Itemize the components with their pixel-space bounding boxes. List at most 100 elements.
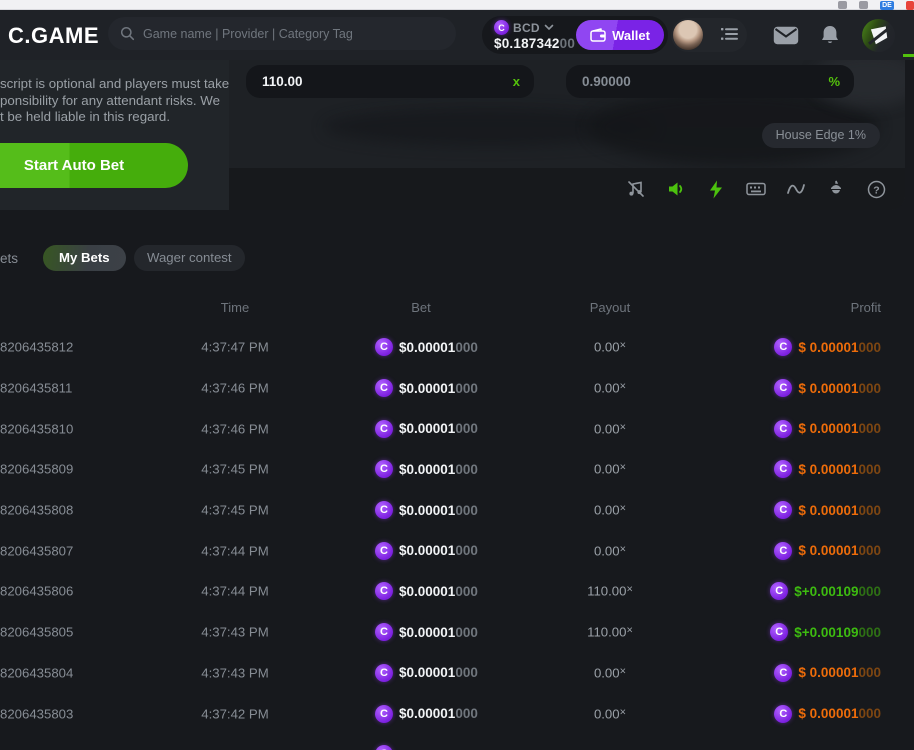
col-header-bet: Bet — [375, 300, 467, 315]
col-header-time: Time — [160, 300, 310, 315]
col-header-profit: Profit — [851, 300, 881, 315]
table-row[interactable]: 8206435805 4:37:43 PM C $0.00001000 110.… — [0, 612, 914, 653]
bet-payout: 0.00× — [530, 462, 690, 477]
hotkeys-keyboard-icon[interactable] — [746, 179, 766, 199]
search-bar[interactable] — [108, 17, 456, 50]
bcd-coin-icon: C — [375, 501, 393, 519]
bet-amount: C $0.00001000 — [375, 623, 478, 641]
browser-extension-icon[interactable] — [859, 1, 868, 9]
bet-profit: C $ 0.00001000 — [774, 501, 881, 519]
bet-profit: C $+0.00109000 — [770, 582, 881, 600]
bet-amount: C $0.00001000 — [375, 379, 478, 397]
turbo-bolt-icon[interactable] — [706, 179, 726, 199]
help-icon[interactable]: ? — [866, 179, 886, 199]
bet-time: 4:37:45 PM — [160, 503, 310, 518]
payout-input-field[interactable]: x — [246, 65, 534, 98]
messages-icon[interactable] — [773, 26, 799, 50]
bet-id: 8206435811 — [0, 381, 72, 396]
wallet-icon — [590, 28, 606, 42]
bet-profit: C $ 0.00001000 — [774, 460, 881, 478]
music-off-icon[interactable] — [626, 179, 646, 199]
currency-code: BCD — [513, 21, 540, 35]
bcd-coin-icon: C — [375, 379, 393, 397]
table-row[interactable]: C — [0, 734, 914, 750]
user-menu[interactable] — [671, 18, 747, 52]
search-icon — [120, 26, 135, 41]
browser-extension-icon[interactable] — [838, 1, 847, 9]
bet-id: 8206435803 — [0, 706, 73, 721]
wallet-button[interactable]: Wallet — [576, 20, 664, 50]
bcd-coin-icon: C — [774, 664, 792, 682]
menu-list-icon — [720, 26, 738, 42]
avatar[interactable] — [673, 20, 703, 50]
live-stats-icon[interactable] — [786, 179, 806, 199]
percent-suffix: % — [828, 74, 840, 89]
bet-id: 8206435809 — [0, 462, 73, 477]
table-row[interactable]: 8206435812 4:37:47 PM C $0.00001000 0.00… — [0, 327, 914, 368]
table-row[interactable]: 8206435806 4:37:44 PM C $0.00001000 110.… — [0, 571, 914, 612]
sound-on-icon[interactable] — [666, 179, 686, 199]
win-chance-input[interactable] — [582, 74, 828, 89]
bcd-coin-icon: C — [774, 501, 792, 519]
game-toolbar: ? — [229, 168, 905, 210]
tab-wager-contest[interactable]: Wager contest — [134, 245, 245, 271]
table-row[interactable]: 8206435809 4:37:45 PM C $0.00001000 0.00… — [0, 449, 914, 490]
browser-extension-red-icon[interactable] — [906, 1, 914, 10]
bet-payout: 0.00× — [530, 340, 690, 355]
bet-time: 4:37:42 PM — [160, 706, 310, 721]
header: C.GAME C BCD $0.18734200 — [0, 10, 914, 60]
table-row[interactable]: 8206435804 4:37:43 PM C $0.00001000 0.00… — [0, 653, 914, 694]
bcd-coin-icon: C — [774, 338, 792, 356]
table-row[interactable]: 8206435803 4:37:42 PM C $0.00001000 0.00… — [0, 693, 914, 734]
bcd-coin-icon: C — [375, 582, 393, 600]
bet-time: 4:37:43 PM — [160, 665, 310, 680]
balance-pill[interactable]: C BCD $0.18734200 Wallet — [482, 16, 668, 54]
table-row[interactable]: 8206435810 4:37:46 PM C $0.00001000 0.00… — [0, 408, 914, 449]
table-row[interactable]: 8206435811 4:37:46 PM C $0.00001000 0.00… — [0, 368, 914, 409]
browser-extension-de-badge[interactable]: DE — [880, 1, 894, 10]
win-chance-input-field[interactable]: % — [566, 65, 854, 98]
bcd-coin-icon: C — [494, 20, 509, 35]
search-input[interactable] — [143, 27, 444, 41]
bet-amount: C $0.00001000 — [375, 542, 478, 560]
notifications-bell-icon[interactable] — [819, 24, 841, 52]
bcd-coin-icon: C — [375, 338, 393, 356]
bet-profit: C $+0.00109000 — [770, 623, 881, 641]
bet-payout: 0.00× — [530, 706, 690, 721]
tab-all-bets-partial[interactable]: ets — [0, 246, 18, 272]
multiplier-suffix: x — [513, 74, 520, 89]
bet-id: 8206435810 — [0, 421, 73, 436]
bet-profit: C $ 0.00001000 — [774, 542, 881, 560]
bet-profit: C $ 0.00001000 — [774, 338, 881, 356]
game-panel: x % House Edge 1% — [229, 60, 905, 210]
table-row[interactable]: 8206435807 4:37:44 PM C $0.00001000 0.00… — [0, 530, 914, 571]
bcd-coin-icon: C — [375, 460, 393, 478]
bcd-coin-icon: C — [774, 420, 792, 438]
bet-time: 4:37:44 PM — [160, 543, 310, 558]
bonus-spin-icon[interactable] — [862, 19, 895, 52]
bcd-coin-icon: C — [774, 705, 792, 723]
bet-payout: 0.00× — [530, 503, 690, 518]
bcd-coin-icon: C — [375, 542, 393, 560]
bet-id: 8206435805 — [0, 625, 73, 640]
site-logo[interactable]: C.GAME — [8, 23, 99, 49]
start-auto-bet-button[interactable]: Start Auto Bet — [0, 143, 188, 188]
bet-amount: C $0.00001000 — [375, 582, 478, 600]
bet-amount: C — [375, 745, 399, 750]
bet-payout: 0.00× — [530, 421, 690, 436]
col-header-payout: Payout — [530, 300, 690, 315]
fairness-seed-icon[interactable] — [826, 179, 846, 199]
bet-amount: C $0.00001000 — [375, 460, 478, 478]
bet-time: 4:37:44 PM — [160, 584, 310, 599]
payout-input[interactable] — [262, 74, 513, 89]
browser-strip: DE — [0, 0, 914, 10]
screen: DE C.GAME C BCD $0.18734200 — [0, 0, 914, 750]
bet-profit: C $ 0.00001000 — [774, 705, 881, 723]
bet-profit: C $ 0.00001000 — [774, 664, 881, 682]
bet-id: 8206435804 — [0, 665, 73, 680]
bet-id: 8206435808 — [0, 503, 73, 518]
wallet-label: Wallet — [612, 28, 650, 43]
bet-profit: C $ 0.00001000 — [774, 379, 881, 397]
table-row[interactable]: 8206435808 4:37:45 PM C $0.00001000 0.00… — [0, 490, 914, 531]
tab-my-bets[interactable]: My Bets — [43, 245, 126, 271]
